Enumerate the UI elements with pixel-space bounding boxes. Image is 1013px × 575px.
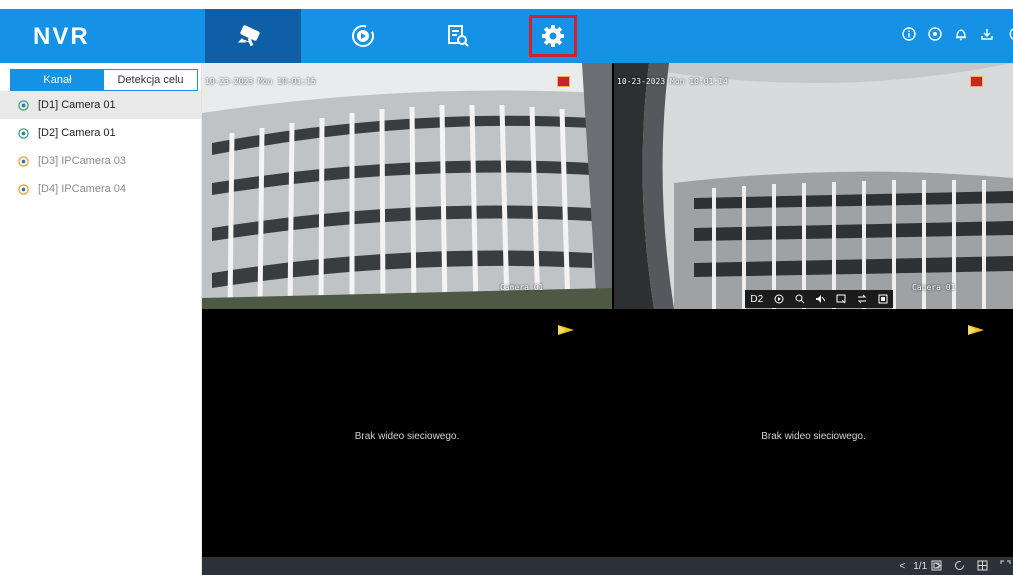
camera-offline-icon	[18, 155, 29, 167]
app-logo: NVR	[33, 23, 90, 50]
video-cell-2[interactable]: 10-23-2023 Mon 10:01:14 Camera 01 D2	[614, 63, 1013, 309]
channel-sidebar: Kanał Detekcja celu [D1] Camera 01 [D2] …	[0, 63, 202, 575]
camera-name-osd: Camera 01	[500, 283, 544, 292]
layout-icon[interactable]	[931, 560, 942, 571]
camera-item-label: [D4] IPCamera 04	[38, 183, 127, 195]
info-icon[interactable]	[902, 27, 916, 41]
camera-item-label: [D3] IPCamera 03	[38, 155, 127, 167]
search-icon	[448, 25, 469, 47]
camera-icon	[237, 25, 260, 47]
top-right-icons	[902, 27, 1013, 41]
bell-icon[interactable]	[954, 27, 968, 41]
mute-icon[interactable]	[815, 294, 826, 304]
bottom-toolbar: < 1/1 >	[202, 557, 1013, 575]
channel-label: D2	[750, 293, 764, 305]
playback-icon	[352, 25, 374, 47]
prev-page-button[interactable]: <	[899, 561, 905, 572]
camera-list: [D1] Camera 01 [D2] Camera 01 [D3] IPCam…	[0, 91, 201, 203]
bottom-icons	[931, 560, 1011, 571]
switch-stream-icon[interactable]	[857, 294, 867, 304]
tab-channel[interactable]: Kanał	[11, 70, 104, 90]
video-cell-1[interactable]: 10-23-2023 Mon 10:01:15 Camera 01	[202, 63, 612, 309]
timestamp-osd: 10-23-2023 Mon 10:01:15	[205, 77, 316, 86]
camera-item-d1[interactable]: [D1] Camera 01	[0, 91, 201, 119]
tab-live-view[interactable]	[205, 9, 301, 63]
camera-item-d3[interactable]: [D3] IPCamera 03	[0, 147, 201, 175]
capture-icon[interactable]	[836, 294, 846, 304]
fullscreen-icon[interactable]	[1000, 560, 1011, 571]
grid-icon[interactable]	[977, 560, 988, 571]
refresh-icon[interactable]	[954, 560, 965, 571]
video-cell-4[interactable]: Brak wideo sieciowego.	[614, 311, 1013, 557]
sidebar-tabs: Kanał Detekcja celu	[10, 69, 198, 91]
cell-control-bar: D2	[745, 290, 893, 308]
camera-online-icon	[18, 127, 29, 139]
power-icon[interactable]	[1006, 27, 1013, 41]
no-video-icon	[558, 325, 574, 335]
timestamp-osd: 10-23-2023 Mon 10:01:14	[617, 77, 728, 86]
camera-name-osd: Camera 01	[912, 283, 956, 292]
tab-target-detection[interactable]: Detekcja celu	[104, 70, 197, 90]
playback-icon[interactable]	[774, 294, 784, 304]
no-video-icon	[968, 325, 984, 335]
camera-offline-icon	[18, 183, 29, 195]
no-video-message: Brak wideo sieciowego.	[761, 431, 866, 442]
info-panel-icon[interactable]	[878, 294, 888, 304]
tab-configuration[interactable]	[529, 15, 577, 57]
download-icon[interactable]	[980, 27, 994, 41]
top-bar: NVR	[0, 9, 1013, 63]
tab-search[interactable]	[410, 9, 506, 63]
gear-icon	[542, 25, 564, 47]
tab-playback[interactable]	[315, 9, 411, 63]
camera-item-d4[interactable]: [D4] IPCamera 04	[0, 175, 201, 203]
target-icon[interactable]	[928, 27, 942, 41]
video-cell-3[interactable]: Brak wideo sieciowego.	[202, 311, 612, 557]
recording-icon	[970, 76, 983, 87]
no-video-message: Brak wideo sieciowego.	[354, 431, 460, 442]
live-view-grid: 10-23-2023 Mon 10:01:15 Camera 01 10-23-…	[202, 63, 1013, 557]
camera-item-label: [D1] Camera 01	[38, 99, 116, 111]
page-indicator: 1/1	[913, 561, 928, 572]
building-image	[202, 63, 612, 309]
building-image	[614, 63, 1013, 309]
camera-item-d2[interactable]: [D2] Camera 01	[0, 119, 201, 147]
camera-online-icon	[18, 99, 29, 111]
camera-item-label: [D2] Camera 01	[38, 127, 116, 139]
recording-icon	[557, 76, 570, 87]
zoom-icon[interactable]	[795, 294, 805, 304]
